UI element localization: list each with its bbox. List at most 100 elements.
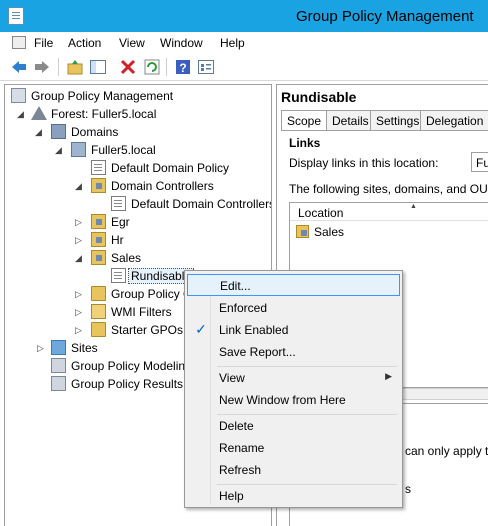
forest-icon xyxy=(31,106,47,120)
tree-item-label: Egr xyxy=(111,215,130,229)
tree-item-label: Fuller5.local xyxy=(91,143,156,157)
menu-item-edit[interactable]: Edit... xyxy=(187,274,400,296)
menu-item-refresh[interactable]: Refresh xyxy=(187,459,400,481)
tree-item-label: Default Domain Policy xyxy=(111,161,230,175)
menu-item-rename[interactable]: Rename xyxy=(187,437,400,459)
collapse-icon[interactable]: ◢ xyxy=(35,126,45,138)
collapse-icon[interactable]: ◢ xyxy=(75,252,85,264)
tree-item-label: Starter GPOs xyxy=(111,323,184,337)
tree-item-label: WMI Filters xyxy=(111,305,172,319)
menu-item-label: Rename xyxy=(219,441,265,455)
menu-item-enforced[interactable]: Enforced xyxy=(187,297,400,319)
context-menu: Edit... Enforced ✓ Link Enabled Save Rep… xyxy=(184,270,403,508)
menu-item-new-window[interactable]: New Window from Here xyxy=(187,389,400,411)
tree-item-label: Domain Controllers xyxy=(111,179,214,193)
menu-view[interactable]: View xyxy=(119,36,145,50)
menu-item-label: Link Enabled xyxy=(219,323,289,337)
menu-item-label: Delete xyxy=(219,419,254,433)
up-folder-icon[interactable] xyxy=(66,58,84,76)
modeling-icon xyxy=(51,358,66,373)
ou-icon xyxy=(91,232,106,247)
menu-item-label: Edit... xyxy=(220,279,251,293)
menu-item-delete[interactable]: Delete xyxy=(187,415,400,437)
tab-scope[interactable]: Scope xyxy=(281,110,328,131)
wmi-filtering-text: s xyxy=(405,482,411,496)
expand-icon[interactable]: ▷ xyxy=(75,216,85,228)
help-icon[interactable]: ? xyxy=(174,58,192,76)
menu-item-label: Help xyxy=(219,489,244,503)
location-cell: Sales xyxy=(314,225,345,239)
window-title: Group Policy Management xyxy=(296,8,474,25)
folder-icon xyxy=(91,286,106,301)
menu-item-label: Refresh xyxy=(219,463,262,477)
folder-icon xyxy=(91,322,106,337)
properties-icon[interactable] xyxy=(197,58,215,76)
tab-delegation[interactable]: Delegation xyxy=(420,110,488,130)
menu-item-link-enabled[interactable]: ✓ Link Enabled xyxy=(187,319,400,341)
tree-item-label: Forest: Fuller5.local xyxy=(51,107,157,121)
menu-item-label: Save Report... xyxy=(219,345,296,359)
results-icon xyxy=(51,376,66,391)
wmi-filter-icon xyxy=(91,304,106,319)
ou-icon xyxy=(296,225,309,238)
gpm-app-icon[interactable] xyxy=(8,7,24,25)
submenu-arrow-icon: ▶ xyxy=(385,371,392,381)
checkmark-icon: ✓ xyxy=(195,321,207,337)
table-header: Location ▲ xyxy=(290,203,488,221)
linked-locations-text: The following sites, domains, and OUs ar… xyxy=(289,182,488,196)
tree-item-label: Sales xyxy=(111,251,142,265)
ou-icon xyxy=(91,214,106,229)
title-bar: Group Policy Management xyxy=(0,0,488,32)
forward-arrow-icon[interactable] xyxy=(33,58,51,76)
expand-icon[interactable]: ▷ xyxy=(75,324,85,336)
refresh-icon[interactable] xyxy=(143,58,161,76)
toolbar-separator xyxy=(58,58,59,76)
menu-action[interactable]: Action xyxy=(68,36,101,50)
expand-icon[interactable]: ▷ xyxy=(75,288,85,300)
expand-icon[interactable]: ▷ xyxy=(75,306,85,318)
tab-settings[interactable]: Settings xyxy=(370,110,426,130)
delete-icon[interactable] xyxy=(119,58,137,76)
show-hide-tree-icon[interactable] xyxy=(89,58,107,76)
menu-item-view[interactable]: View ▶ xyxy=(187,367,400,389)
tree-item-label: Group Policy Results xyxy=(71,377,184,391)
menu-item-label: View xyxy=(219,371,245,385)
svg-text:?: ? xyxy=(179,61,186,75)
menu-item-help[interactable]: Help xyxy=(187,485,400,507)
back-arrow-icon[interactable] xyxy=(10,58,28,76)
display-links-label: Display links in this location: xyxy=(289,156,439,170)
gpo-link-icon xyxy=(111,268,126,283)
sort-ascending-icon: ▲ xyxy=(410,203,417,210)
sites-icon xyxy=(51,340,66,355)
ou-icon xyxy=(91,250,106,265)
tab-divider xyxy=(281,130,488,131)
display-links-select[interactable]: Fuller5.local xyxy=(471,152,488,172)
menu-item-save-report[interactable]: Save Report... xyxy=(187,341,400,363)
menu-file[interactable]: File xyxy=(34,36,53,50)
gpo-link-icon xyxy=(91,160,106,175)
domain-icon xyxy=(71,142,86,157)
expand-icon[interactable]: ▷ xyxy=(75,234,85,246)
tab-details[interactable]: Details xyxy=(326,110,375,130)
security-filtering-text: can only apply to the xyxy=(405,444,488,458)
menu-item-label: New Window from Here xyxy=(219,393,346,407)
toolbar: ? xyxy=(0,53,488,81)
collapse-icon[interactable]: ◢ xyxy=(75,180,85,192)
collapse-icon[interactable]: ◢ xyxy=(17,108,27,120)
menu-bar: File Action View Window Help xyxy=(0,32,488,53)
domains-icon xyxy=(51,124,66,139)
menu-item-label: Enforced xyxy=(219,301,268,315)
collapse-icon[interactable]: ◢ xyxy=(55,144,65,156)
toolbar-separator xyxy=(166,58,167,76)
tree-item-label: Group Policy Modeling xyxy=(71,359,192,373)
expand-icon[interactable]: ▷ xyxy=(37,342,47,354)
tree-item-label: Domains xyxy=(71,125,119,139)
tree-item-label: Hr xyxy=(111,233,124,247)
menu-window[interactable]: Window xyxy=(160,36,203,50)
location-column-header[interactable]: Location xyxy=(298,206,343,220)
gpm-icon xyxy=(11,88,26,103)
gpo-link-icon xyxy=(111,196,126,211)
console-icon[interactable] xyxy=(12,36,26,49)
menu-help[interactable]: Help xyxy=(220,36,245,50)
tree-item-label: Group Policy Management xyxy=(31,89,174,103)
